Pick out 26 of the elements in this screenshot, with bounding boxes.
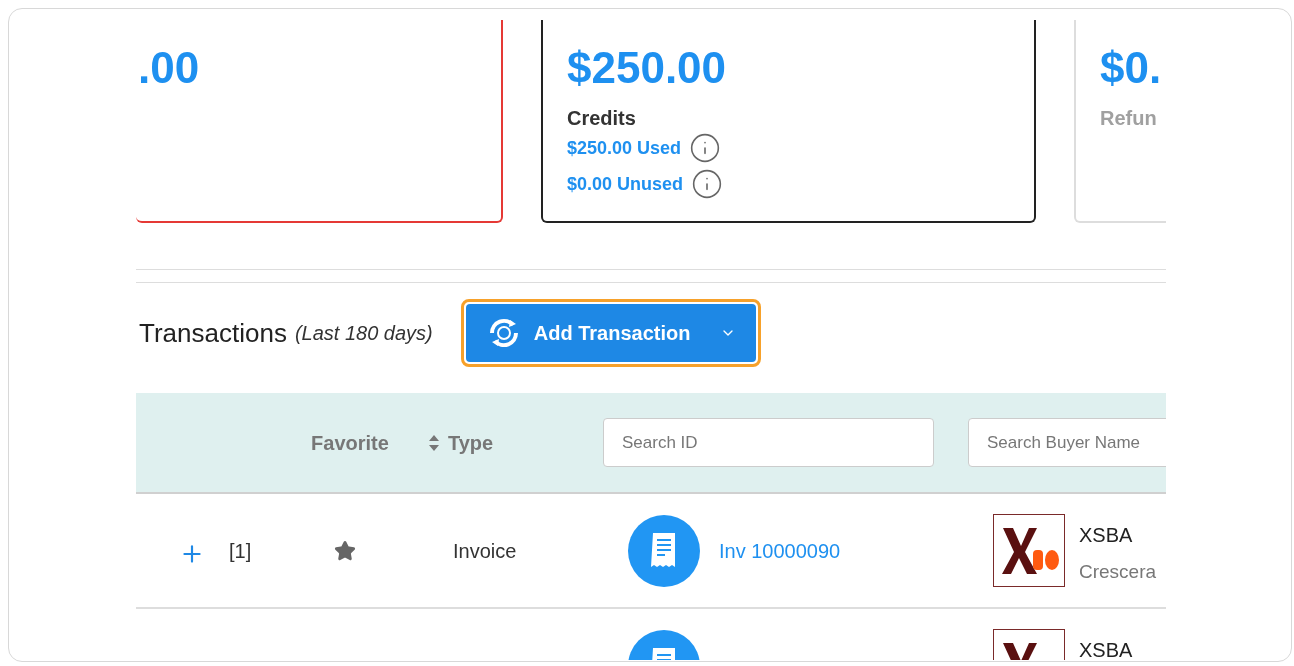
section-title: Transactions bbox=[139, 316, 287, 350]
card-label: Refun bbox=[1100, 108, 1158, 128]
amount: $250.00 bbox=[567, 46, 728, 90]
receipt-icon bbox=[628, 514, 700, 587]
add-transaction-button[interactable]: Add Transaction bbox=[465, 304, 756, 362]
amount: .00 bbox=[138, 46, 201, 90]
star-icon[interactable] bbox=[334, 539, 356, 562]
column-header: Favorite bbox=[311, 430, 389, 456]
credit-detail[interactable]: $0.00 Unused bbox=[567, 175, 684, 193]
type-cell: Invoice bbox=[453, 539, 517, 562]
buyer-name: XSBA bbox=[1079, 523, 1134, 548]
buyer-name: XSBA bbox=[1079, 638, 1133, 660]
search-field[interactable]: Search Buyer Name bbox=[968, 418, 1166, 467]
amount: $0. bbox=[1100, 46, 1163, 90]
buyer-company: Crescera bbox=[1079, 560, 1157, 584]
row-index: [1] bbox=[229, 539, 252, 562]
section-subtitle: (Last 180 days) bbox=[294, 321, 433, 346]
search-field[interactable]: Search ID bbox=[603, 418, 934, 467]
card-label: Credits bbox=[567, 108, 637, 128]
invoice-link[interactable]: Inv 10000090 bbox=[719, 535, 841, 566]
sort-icon[interactable] bbox=[428, 433, 440, 452]
info-icon[interactable] bbox=[691, 168, 724, 200]
credit-detail[interactable]: $250.00 Used bbox=[567, 139, 682, 157]
logo-icon bbox=[993, 514, 1065, 587]
column-header: Type bbox=[448, 430, 494, 456]
info-icon[interactable] bbox=[689, 132, 722, 164]
